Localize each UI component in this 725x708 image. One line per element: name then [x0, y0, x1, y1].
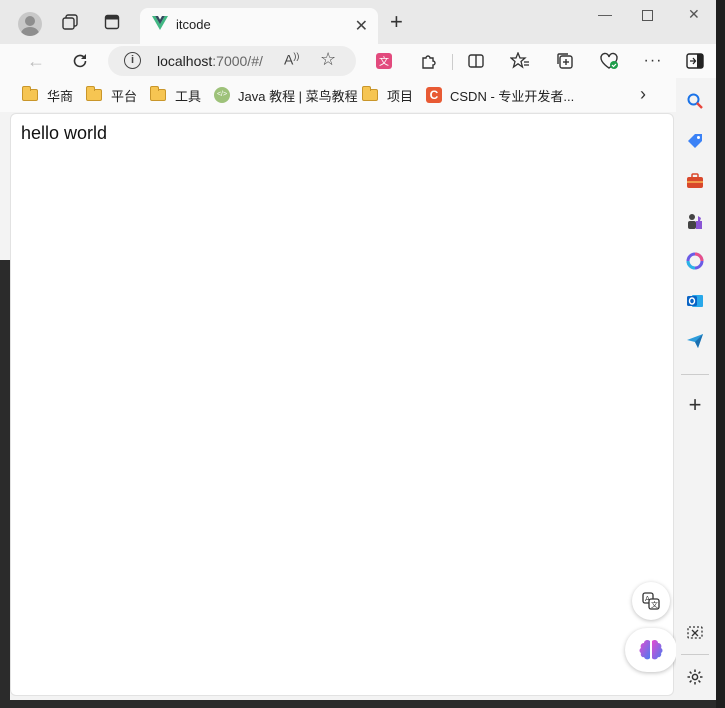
url-text[interactable]: localhost:7000/#/: [157, 53, 263, 69]
outlook-icon[interactable]: [684, 290, 706, 312]
copilot-brain-icon[interactable]: [625, 628, 677, 672]
bookmark-folder-huashang[interactable]: 华商: [22, 86, 73, 104]
back-arrow-icon[interactable]: ←: [24, 50, 48, 72]
page-text: hello world: [21, 123, 108, 143]
workspaces-icon[interactable]: [58, 10, 82, 34]
svg-text:文: 文: [379, 55, 389, 68]
close-tab-icon[interactable]: ✕: [355, 16, 368, 36]
refresh-icon[interactable]: [68, 50, 92, 72]
bookmark-folder-pingtai[interactable]: 平台: [86, 86, 137, 104]
toolbar-separator: [452, 54, 453, 70]
profile-avatar-icon[interactable]: [18, 12, 42, 36]
site-info-icon[interactable]: i: [124, 52, 141, 69]
folder-icon: [22, 86, 38, 101]
svg-text:文: 文: [651, 600, 658, 609]
bookmark-java-runoob[interactable]: </> Java 教程 | 菜鸟教程: [214, 86, 358, 104]
browser-window: itcode ✕ + — ✕ ← i localhost:7000/#/ A))…: [0, 0, 716, 708]
title-bar: itcode ✕ + — ✕: [0, 0, 716, 44]
minimize-icon[interactable]: —: [598, 6, 612, 22]
runoob-icon: </>: [214, 87, 230, 103]
extensions-puzzle-icon[interactable]: [418, 50, 440, 72]
maximize-icon[interactable]: [642, 8, 653, 24]
more-options-icon[interactable]: ···: [642, 50, 664, 72]
folder-icon: [150, 86, 166, 101]
folder-icon: [362, 86, 378, 101]
screenshot-icon[interactable]: [684, 622, 706, 644]
translate-extension-icon[interactable]: 文: [373, 50, 395, 72]
favorite-star-icon[interactable]: ☆: [320, 49, 336, 70]
send-drop-icon[interactable]: [684, 330, 706, 352]
chevron-right-icon[interactable]: ›: [640, 84, 646, 105]
browser-essentials-icon[interactable]: [598, 50, 620, 72]
split-screen-icon[interactable]: [465, 50, 487, 72]
taskbar-edge: [0, 700, 716, 708]
toolbar: ← i localhost:7000/#/ A)) ☆ 文 ···: [0, 44, 716, 78]
bookmark-folder-xiangmu[interactable]: 项目: [362, 86, 413, 104]
edge-sidebar: +: [676, 78, 716, 708]
close-window-icon[interactable]: ✕: [688, 6, 700, 23]
shopping-tag-icon[interactable]: [684, 130, 706, 152]
sidebar-separator: [681, 654, 709, 655]
background-editor-edge: [716, 0, 725, 708]
sidebar-toggle-icon[interactable]: [684, 50, 706, 72]
background-editor-strip: [0, 260, 10, 708]
tab-title: itcode: [176, 17, 211, 32]
tools-briefcase-icon[interactable]: [684, 170, 706, 192]
collections-icon[interactable]: [554, 50, 576, 72]
add-plus-icon[interactable]: +: [684, 392, 706, 417]
address-bar[interactable]: i localhost:7000/#/ A)) ☆: [108, 46, 356, 76]
bookmark-csdn[interactable]: C CSDN - 专业开发者...: [426, 86, 574, 104]
sidebar-separator: [681, 374, 709, 375]
settings-gear-icon[interactable]: [684, 666, 706, 688]
tab-itcode[interactable]: itcode ✕: [140, 8, 378, 44]
read-aloud-icon[interactable]: A)): [284, 51, 299, 68]
translate-floating-icon[interactable]: A文: [632, 582, 670, 620]
search-icon[interactable]: [684, 90, 706, 112]
bookmark-folder-gongju[interactable]: 工具: [150, 86, 201, 104]
vue-logo-icon: [152, 16, 168, 35]
page-viewport: hello world A文: [10, 113, 677, 696]
favorites-icon[interactable]: [509, 50, 531, 72]
tab-actions-icon[interactable]: [100, 10, 124, 34]
games-chess-icon[interactable]: [684, 210, 706, 232]
microsoft365-icon[interactable]: [684, 250, 706, 272]
folder-icon: [86, 86, 102, 101]
bookmarks-bar: 华商 平台 工具 </> Java 教程 | 菜鸟教程 项目 C CSDN - 专业…: [0, 78, 716, 112]
csdn-icon: C: [426, 87, 442, 103]
svg-text:A: A: [645, 595, 650, 603]
new-tab-icon[interactable]: +: [390, 11, 403, 33]
